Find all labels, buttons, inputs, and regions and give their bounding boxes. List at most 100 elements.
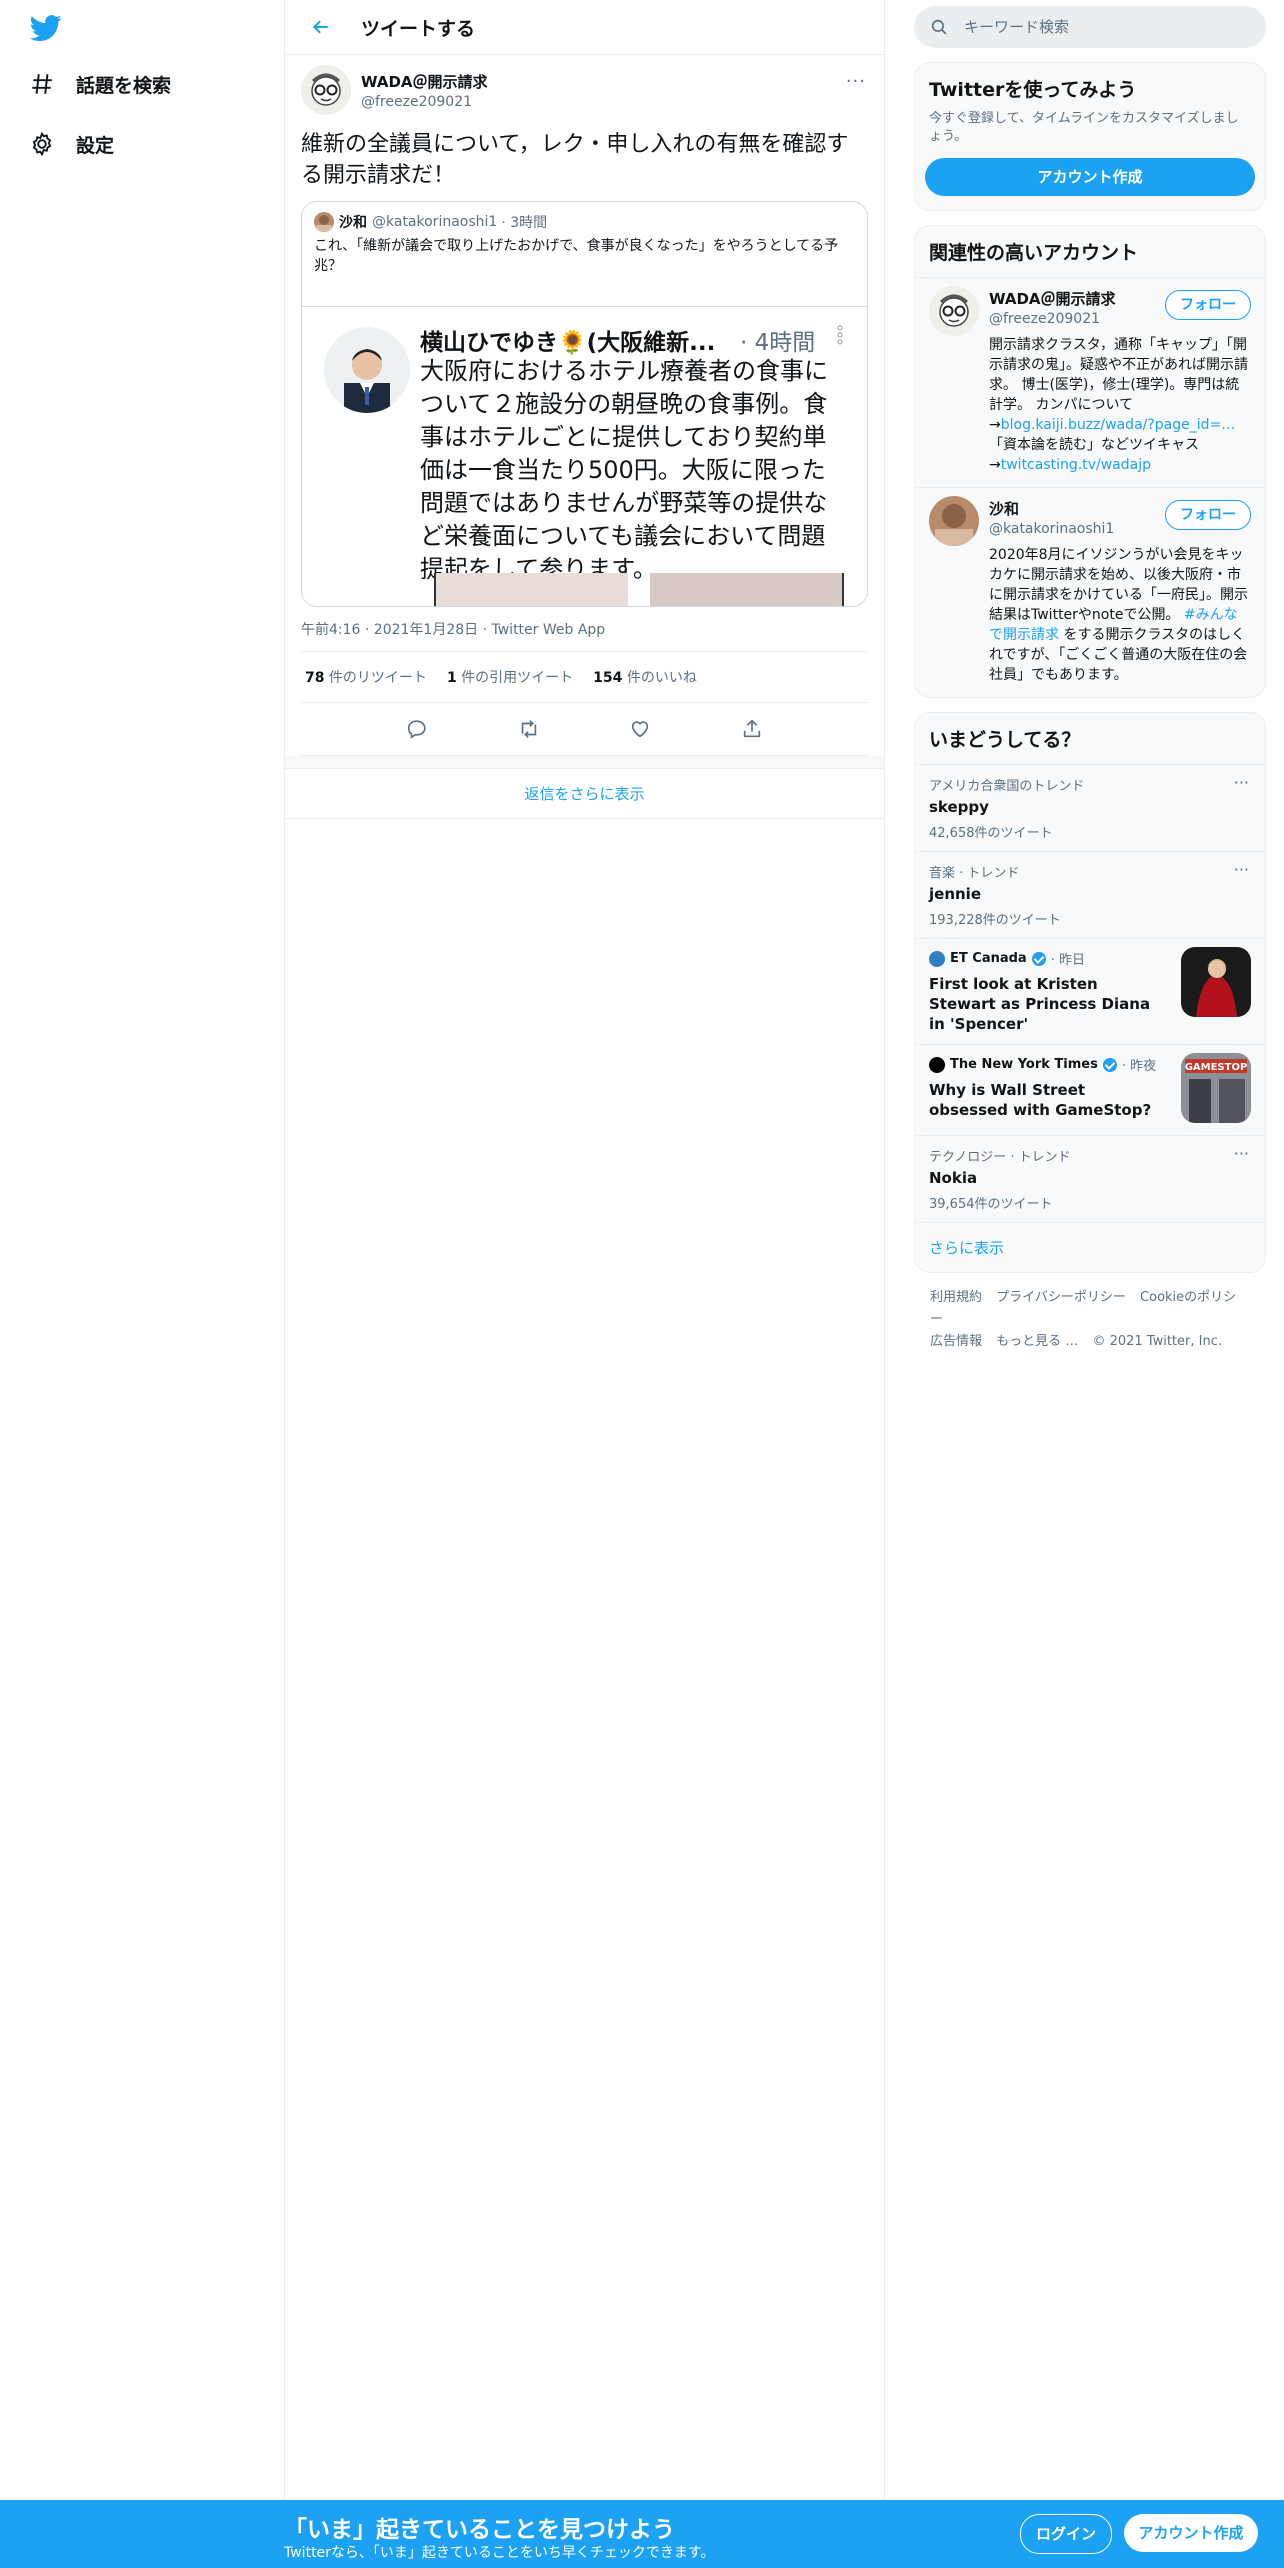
tweet-stats: 78 件のリツイート 1 件の引用ツイート 154 件のいいね [301,652,868,703]
meal-photo [434,573,628,606]
trend-item[interactable]: 音楽 · トレンド jennie 193,228件のツイート ··· [915,851,1265,938]
trend-count: 39,654件のツイート [929,1197,1053,1212]
bottom-bar-title: 「いま」起きていることを見つけよう [284,2517,675,2543]
page-title: ツイートする [361,17,476,40]
trend-count: 193,228件のツイート [929,913,1061,928]
news-source: The New York Times [950,1057,1098,1072]
trend-item[interactable]: テクノロジー · トレンド Nokia 39,654件のツイート ··· [915,1135,1265,1222]
likes-stat[interactable]: 154 件のいいね [593,667,697,687]
nav-settings[interactable]: 設定 [28,130,114,158]
main-column: ツイートする WADA＠開示請求 @freeze209021 ··· 維新の全議… [285,0,884,2500]
nav-settings-label: 設定 [76,134,115,157]
verified-badge-icon [1102,1057,1117,1072]
trend-context: 音楽 · トレンド [929,866,1020,881]
retweets-stat[interactable]: 78 件のリツイート [305,667,427,687]
quote-author-handle: @katakorinaoshi1 [372,214,498,230]
share-icon[interactable] [738,715,766,743]
news-item[interactable]: The New York Times · 昨夜 Why is Wall Stre… [915,1044,1265,1135]
nav-explore[interactable]: 話題を検索 [28,70,171,98]
avatar[interactable] [301,65,351,115]
trend-name: Nokia [929,1169,978,1187]
bio-link[interactable]: blog.kaiji.buzz/wada/?page_id=… [1001,417,1236,433]
news-time: · 昨日 [1050,953,1085,968]
nyt-logo-icon [929,1056,945,1073]
more-options-icon[interactable]: ··· [1234,773,1249,792]
more-options-icon[interactable]: ··· [846,71,866,92]
embedded-screenshot: 横山ひでゆき🌻(大阪維新... · 4時間 大阪府におけるホテル療養者の食事につ… [302,306,867,606]
trends-card: いまどうしてる？ アメリカ合衆国のトレンド skeppy 42,658件のツイー… [914,712,1266,1273]
news-item[interactable]: ET Canada · 昨日 First look at Kristen Ste… [915,938,1265,1044]
show-more-trends-link[interactable]: さらに表示 [915,1222,1265,1272]
bio-link[interactable]: twitcasting.tv/wadajp [1001,457,1151,473]
embed-author-name: 横山ひでゆき🌻(大阪維新... [420,330,716,356]
follow-button[interactable]: フォロー [1165,500,1251,530]
twitter-logo-icon[interactable] [28,12,64,44]
tweet-author[interactable]: WADA＠開示請求 @freeze209021 [301,65,868,115]
signup-title: Twitterを使ってみよう [929,79,1137,101]
footer-link-more[interactable]: もっと見る … [996,1334,1078,1349]
account-bio: 2020年8月にイソジンうがい会見をキッカケに開示請求を始め、以後大阪府・市に開… [989,547,1248,683]
quoted-tweet[interactable]: 沙和 @katakorinaoshi1 · 3時間 これ、「維新が議会で取り上げ… [301,201,868,607]
meal-photo [650,573,844,606]
author-handle[interactable]: @freeze209021 [361,94,488,110]
reply-icon[interactable] [403,715,431,743]
author-name[interactable]: WADA＠開示請求 [361,71,488,92]
search-box[interactable] [914,6,1266,48]
right-column: Twitterを使ってみよう 今すぐ登録して、タイムラインをカスタマイズしましょ… [914,0,1266,1367]
tweet: WADA＠開示請求 @freeze209021 ··· 維新の全議員について，レ… [285,55,884,756]
more-options-icon[interactable]: ··· [1234,1144,1249,1163]
bottom-signup-bar: 「いま」起きていることを見つけよう Twitterなら、「いま」起きていることを… [0,2500,1284,2568]
avatar[interactable] [929,286,979,336]
more-options-icon[interactable]: ··· [1234,860,1249,879]
hashtag-icon [28,70,56,98]
quotes-stat[interactable]: 1 件の引用ツイート [447,667,573,687]
footer-link-privacy[interactable]: プライバシーポリシー [996,1290,1126,1305]
news-headline: First look at Kristen Stewart as Princes… [929,975,1151,1033]
page-header: ツイートする [285,0,884,55]
trend-item[interactable]: アメリカ合衆国のトレンド skeppy 42,658件のツイート ··· [915,764,1265,851]
create-account-button[interactable]: アカウント作成 [925,158,1255,196]
trend-count: 42,658件のツイート [929,826,1053,841]
trend-context: アメリカ合衆国のトレンド [929,779,1085,794]
trend-name: jennie [929,885,981,903]
signup-button[interactable]: アカウント作成 [1124,2514,1258,2552]
quote-text: これ、「維新が議会で取り上げたおかげで、食事が良くなった」をやろうとしてる予兆？ [314,238,839,274]
news-source: ET Canada [950,951,1027,966]
quote-author-name: 沙和 [339,215,367,231]
embed-kebab-icon [837,325,843,353]
nav-explore-label: 話題を検索 [76,74,172,97]
tweet-text: 維新の全議員について，レク・申し入れの有無を確認する開示請求だ！ [301,132,849,188]
show-more-replies-link[interactable]: 返信をさらに表示 [285,769,884,819]
bottom-bar-subtitle: Twitterなら、「いま」起きていることをいち早くチェックできます。 [284,2545,715,2561]
thumbnail-text: GAMESTOP [1185,1062,1248,1073]
left-nav: 話題を検索 設定 [0,0,284,2500]
back-arrow-icon[interactable] [305,11,337,43]
quote-avatar [314,212,334,232]
embed-text: 大阪府におけるホテル療養者の食事について２施設分の朝昼晩の食事例。食事はホテルご… [420,357,828,583]
account-item[interactable]: フォロー 沙和 @katakorinaoshi1 2020年8月にイソジンうがい… [915,487,1265,697]
account-bio: 開示請求クラスタ，通称「キャップ」「開示請求の鬼」。疑惑や不正があれば開示請求。… [989,337,1248,473]
column-divider-right [884,0,885,2500]
signup-subtitle: 今すぐ登録して、タイムラインをカスタマイズしましょう。 [929,111,1239,144]
gear-icon [28,130,56,158]
retweet-icon[interactable] [515,715,543,743]
news-time: · 昨夜 [1121,1059,1157,1074]
trends-title: いまどうしてる？ [929,729,1081,751]
news-headline: Why is Wall Street obsessed with GameSto… [929,1081,1152,1119]
search-icon [930,18,948,36]
login-button[interactable]: ログイン [1020,2514,1112,2554]
account-item[interactable]: フォロー WADA＠開示請求 @freeze209021 開示請求クラスタ，通称… [915,277,1265,487]
quote-time: · 3時間 [501,215,548,231]
follow-button[interactable]: フォロー [1165,290,1251,320]
news-thumbnail: GAMESTOP [1181,1053,1251,1123]
like-icon[interactable] [626,715,654,743]
search-input[interactable] [962,17,1246,37]
divider [285,756,884,769]
embed-time: · 4時間 [740,330,816,356]
related-accounts-card: 関連性の高いアカウント フォロー WADA＠開示請求 @freeze209021… [914,225,1266,698]
footer-link-ads[interactable]: 広告情報 [930,1334,982,1349]
avatar[interactable] [929,496,979,546]
footer-link-terms[interactable]: 利用規約 [930,1290,982,1305]
signup-card: Twitterを使ってみよう 今すぐ登録して、タイムラインをカスタマイズしましょ… [914,62,1266,211]
trend-context: テクノロジー · トレンド [929,1150,1071,1165]
